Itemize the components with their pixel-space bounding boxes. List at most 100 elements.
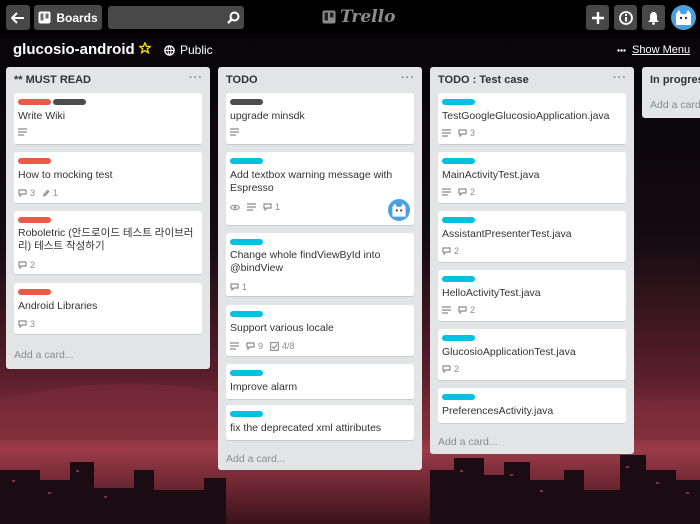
- card[interactable]: TestGoogleGlucosioApplication.java 3: [438, 93, 626, 145]
- label-sky: [442, 158, 475, 164]
- user-avatar[interactable]: [671, 5, 696, 30]
- card[interactable]: How to mocking test 3 1: [14, 152, 202, 204]
- label-sky: [230, 370, 263, 376]
- card[interactable]: Change whole findViewById into @bindView…: [226, 233, 414, 297]
- add-button[interactable]: [586, 5, 609, 30]
- card-title: Android Libraries: [18, 300, 98, 312]
- label-sky: [230, 411, 263, 417]
- comments-badge: 2: [442, 364, 459, 374]
- card[interactable]: MainActivityTest.java 2: [438, 152, 626, 204]
- list-menu-icon[interactable]: ···: [189, 72, 203, 84]
- member-avatar[interactable]: [388, 199, 410, 221]
- card[interactable]: AssistantPresenterTest.java 2: [438, 211, 626, 263]
- description-icon: [442, 188, 451, 196]
- comments-count: 2: [454, 364, 460, 374]
- card[interactable]: PreferencesActivity.java: [438, 388, 626, 424]
- card-title: MainActivityTest.java: [442, 169, 540, 181]
- list-header[interactable]: In progress: [642, 67, 700, 93]
- show-menu-button[interactable]: Show Menu: [617, 44, 690, 56]
- label-red: [18, 158, 51, 164]
- card[interactable]: upgrade minsdk: [226, 93, 414, 145]
- info-button[interactable]: [614, 5, 637, 30]
- card-labels: [442, 99, 475, 105]
- comment-icon: [18, 189, 27, 197]
- list-title[interactable]: ** MUST READ: [14, 74, 91, 86]
- label-red: [18, 217, 51, 223]
- card-title: TestGoogleGlucosioApplication.java: [442, 110, 610, 122]
- notifications-button[interactable]: [642, 5, 665, 30]
- card-badges: 2: [442, 364, 459, 374]
- card[interactable]: fix the deprecated xml attiributes: [226, 405, 414, 441]
- card[interactable]: Add textbox warning message with Espress…: [226, 152, 414, 226]
- comment-icon: [442, 365, 451, 373]
- comment-icon: [18, 261, 27, 269]
- more-icon: [617, 48, 626, 52]
- list-title[interactable]: TODO : Test case: [438, 74, 529, 86]
- card-title: Roboletric (안드로이드 테스트 라이브러리) 테스트 작성하기: [18, 227, 194, 252]
- list-title[interactable]: In progress: [650, 74, 700, 86]
- card-badges: 3: [18, 319, 35, 329]
- search-icon[interactable]: [227, 11, 240, 24]
- comments-count: 2: [30, 260, 36, 270]
- card-badges: 9 4/8: [230, 341, 295, 351]
- card[interactable]: Android Libraries 3: [14, 283, 202, 335]
- card-badges: 2: [18, 260, 35, 270]
- label-red: [18, 289, 51, 295]
- card[interactable]: HelloActivityTest.java 2: [438, 270, 626, 322]
- comments-count: 2: [470, 305, 476, 315]
- list-menu-icon[interactable]: ···: [613, 72, 627, 84]
- card-title: Write Wiki: [18, 110, 66, 122]
- card-labels: [18, 158, 51, 164]
- description-icon: [442, 306, 451, 314]
- comments-badge: 2: [458, 187, 475, 197]
- description-icon: [442, 129, 451, 137]
- comment-icon: [442, 247, 451, 255]
- card-badges: 2: [442, 187, 475, 197]
- description-icon: [230, 128, 239, 136]
- label-sky: [442, 217, 475, 223]
- card-title: GlucosioApplicationTest.java: [442, 346, 576, 358]
- add-card-link[interactable]: Add a card...: [226, 453, 286, 465]
- label-sky: [230, 158, 263, 164]
- comment-icon: [18, 320, 27, 328]
- boards-button[interactable]: Boards: [34, 5, 102, 30]
- card[interactable]: Write Wiki: [14, 93, 202, 145]
- comment-icon: [263, 203, 272, 211]
- bell-icon: [648, 11, 659, 25]
- description-icon: [247, 203, 256, 211]
- card-title: Add textbox warning message with Espress…: [230, 169, 393, 194]
- eye-icon: [230, 204, 240, 210]
- label-sky: [230, 239, 263, 245]
- search-input[interactable]: [108, 6, 220, 29]
- add-card-link[interactable]: Add a card...: [650, 99, 700, 111]
- trello-logo[interactable]: Trello: [322, 5, 395, 29]
- card[interactable]: Improve alarm: [226, 364, 414, 400]
- board-title[interactable]: glucosio-android: [13, 41, 135, 58]
- card[interactable]: Support various locale 9 4/8: [226, 305, 414, 357]
- list-header[interactable]: TODO : Test case ···: [430, 67, 634, 93]
- list-header[interactable]: TODO ···: [218, 67, 422, 93]
- add-card-link[interactable]: Add a card...: [438, 436, 498, 448]
- visibility-button[interactable]: Public: [164, 43, 213, 57]
- card[interactable]: Roboletric (안드로이드 테스트 라이브러리) 테스트 작성하기 2: [14, 211, 202, 275]
- card-title: Change whole findViewById into @bindView: [230, 249, 381, 274]
- card-title: Improve alarm: [230, 381, 298, 393]
- comments-count: 9: [258, 341, 264, 351]
- card-title: Support various locale: [230, 322, 334, 334]
- list-header[interactable]: ** MUST READ ···: [6, 67, 210, 93]
- card-labels: [18, 99, 86, 105]
- list-menu-icon[interactable]: ···: [401, 72, 415, 84]
- star-icon[interactable]: [139, 42, 151, 54]
- add-card-link[interactable]: Add a card...: [14, 349, 74, 361]
- comments-count: 2: [470, 187, 476, 197]
- search-box[interactable]: [108, 6, 244, 29]
- card-labels: [442, 276, 475, 282]
- back-button[interactable]: [6, 5, 30, 30]
- comments-count: 3: [30, 188, 36, 198]
- card-title: upgrade minsdk: [230, 110, 305, 122]
- list-title[interactable]: TODO: [226, 74, 258, 86]
- visibility-label: Public: [180, 43, 213, 57]
- card-labels: [230, 370, 263, 376]
- card[interactable]: GlucosioApplicationTest.java 2: [438, 329, 626, 381]
- label-black: [230, 99, 263, 105]
